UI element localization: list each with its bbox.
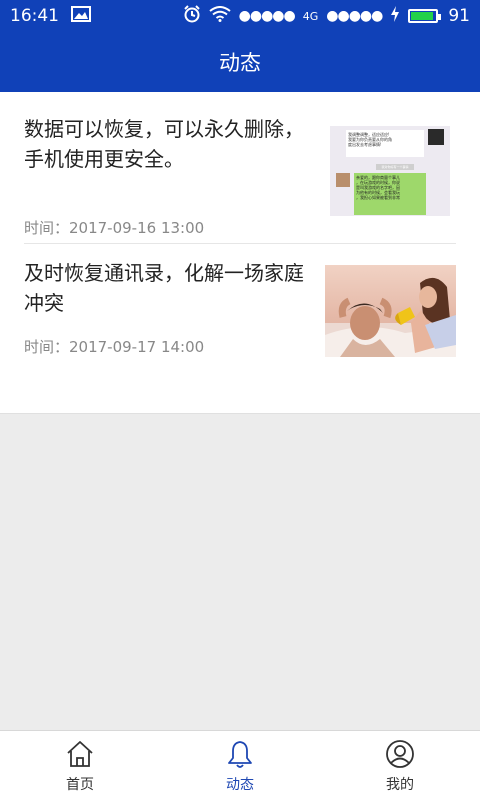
chat-bubble: 亲爱的，跟你商量个事儿 ，在玩游戏的时候，你说 是叫我游戏的名字吧，因 为他有的… (354, 173, 426, 215)
feed-item[interactable]: 及时恢复通讯录，化解一场家庭冲突 时间：2017-09-17 14:00 (24, 258, 456, 368)
tab-profile[interactable]: 我的 (320, 731, 480, 800)
chat-bubble: 我调整调整，适应适应! 我要为你负责要从你的角 度出发去考虑事情! (346, 130, 424, 157)
news-feed: 数据可以恢复，可以永久删除，手机使用更安全。 时间：2017-09-16 13:… (0, 92, 480, 414)
bottom-tab-bar: 首页 动态 我的 (0, 730, 480, 800)
battery-icon (408, 9, 442, 23)
alarm-icon (183, 5, 201, 27)
avatar (336, 173, 350, 187)
divider (24, 243, 456, 244)
feed-item-time: 时间：2017-09-17 14:00 (24, 338, 205, 356)
tab-label: 我的 (386, 777, 414, 793)
feed-item-time: 时间：2017-09-16 13:00 (24, 219, 205, 237)
signal-icon-2: ●●●●● (326, 8, 383, 24)
title-bar: 动态 (0, 32, 480, 92)
wifi-icon (209, 6, 231, 26)
network-type: 4G (302, 9, 319, 23)
feed-item-thumbnail[interactable]: 我调整调整，适应适应! 我要为你负责要从你的角 度出发去考虑事情! 我对你好有一… (330, 126, 450, 216)
signal-icon: ●●●●● (238, 8, 296, 24)
tab-news[interactable]: 动态 (160, 731, 320, 800)
avatar (428, 129, 444, 145)
tab-label: 首页 (66, 777, 94, 793)
status-bar: 16:41 ●●●●● 4G ●●●●● 91 (0, 0, 480, 32)
chat-bubble: 我对你好有一个事情 (376, 164, 414, 170)
image-icon (71, 5, 91, 27)
tab-label: 动态 (226, 777, 254, 793)
home-icon (67, 741, 93, 767)
feed-item-title[interactable]: 数据可以恢复，可以永久删除，手机使用更安全。 (24, 114, 314, 174)
tab-home[interactable]: 首页 (0, 731, 160, 800)
couple-photo (325, 277, 456, 357)
page-title: 动态 (219, 51, 261, 75)
battery-percent: 91 (448, 6, 470, 26)
feed-item-title[interactable]: 及时恢复通讯录，化解一场家庭冲突 (24, 258, 314, 318)
bell-icon (228, 741, 252, 768)
feed-item[interactable]: 数据可以恢复，可以永久删除，手机使用更安全。 时间：2017-09-16 13:… (24, 114, 456, 237)
feed-item-thumbnail[interactable] (325, 265, 456, 357)
status-time: 16:41 (10, 6, 59, 26)
charging-icon (390, 6, 400, 26)
user-icon (386, 740, 414, 768)
